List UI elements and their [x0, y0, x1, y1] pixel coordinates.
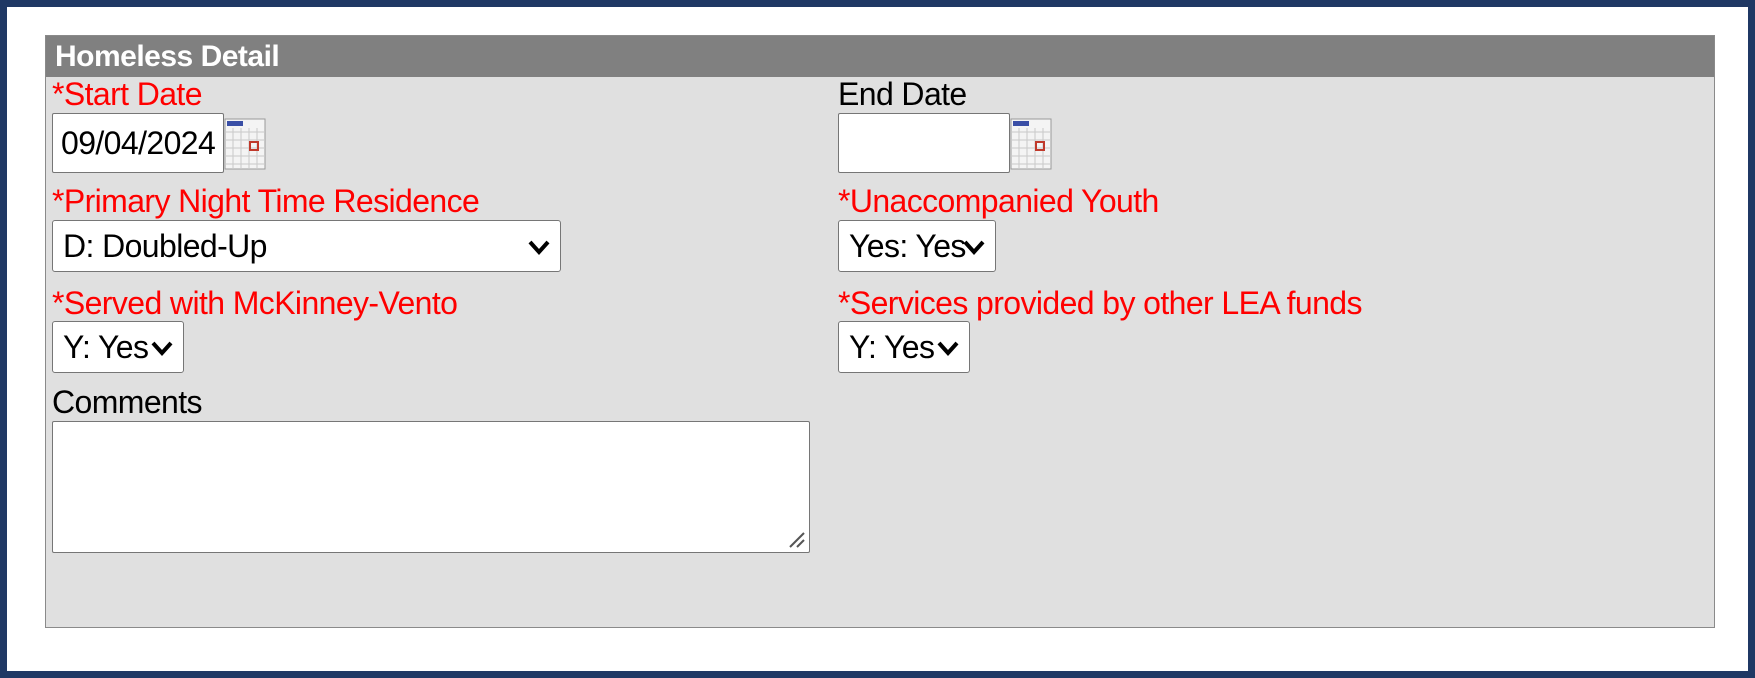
- chevron-down-icon: [937, 341, 959, 356]
- served-mckinney-select[interactable]: Y: Yes: [52, 321, 184, 373]
- chevron-down-icon: [963, 240, 985, 255]
- comments-textarea[interactable]: [52, 421, 810, 553]
- panel-title: Homeless Detail: [46, 36, 1714, 77]
- unaccompanied-youth-select[interactable]: Yes: Yes: [838, 220, 996, 272]
- served-mckinney-value: Y: Yes: [63, 329, 149, 365]
- services-lea-label: *Services provided by other LEA funds: [838, 285, 1363, 321]
- unaccompanied-youth-label: *Unaccompanied Youth: [838, 183, 1159, 219]
- unaccompanied-youth-value: Yes: Yes: [849, 228, 966, 264]
- services-lea-select[interactable]: Y: Yes: [838, 321, 970, 373]
- start-date-input[interactable]: [52, 113, 224, 173]
- served-mckinney-label: *Served with McKinney-Vento: [52, 285, 458, 321]
- chevron-down-icon: [151, 341, 173, 356]
- calendar-icon[interactable]: [224, 118, 266, 170]
- comments-label: Comments: [52, 384, 203, 420]
- primary-residence-select[interactable]: D: Doubled-Up: [52, 220, 561, 272]
- start-date-label: *Start Date: [52, 76, 203, 112]
- chevron-down-icon: [528, 240, 550, 255]
- calendar-icon[interactable]: [1010, 118, 1052, 170]
- end-date-input[interactable]: [838, 113, 1010, 173]
- homeless-detail-panel: Homeless Detail *Start Date End Date: [45, 35, 1715, 628]
- primary-residence-label: *Primary Night Time Residence: [52, 183, 480, 219]
- page-frame: Homeless Detail *Start Date End Date: [0, 0, 1755, 678]
- services-lea-value: Y: Yes: [849, 329, 935, 365]
- resize-grip-icon[interactable]: [784, 527, 806, 549]
- primary-residence-value: D: Doubled-Up: [63, 228, 267, 264]
- end-date-label: End Date: [838, 76, 967, 112]
